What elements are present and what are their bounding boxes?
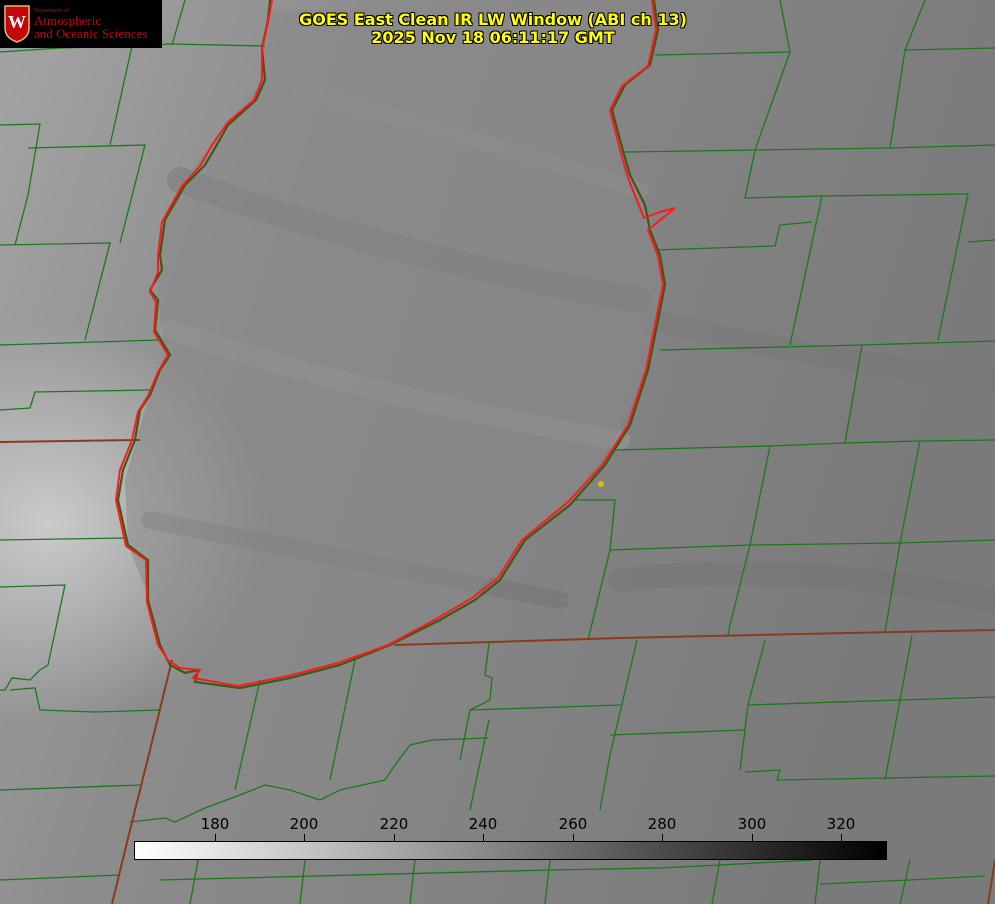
colorbar-tick-label: 320 xyxy=(826,815,856,833)
crest-icon: W xyxy=(4,5,30,43)
colorbar-tick-mark xyxy=(752,834,753,841)
title-timestamp: 2025 Nov 18 06:11:17 GMT xyxy=(371,28,615,47)
station-marker xyxy=(598,481,604,487)
svg-text:W: W xyxy=(8,12,26,32)
image-title: GOES East Clean IR LW Window (ABI ch 13)… xyxy=(268,11,718,47)
colorbar-tick-mark xyxy=(662,834,663,841)
satellite-image xyxy=(0,0,995,904)
colorbar-tick-mark xyxy=(394,834,395,841)
colorbar-tick-mark xyxy=(483,834,484,841)
colorbar-tick-mark xyxy=(841,834,842,841)
colorbar-tick-label: 240 xyxy=(468,815,498,833)
colorbar-tick-label: 280 xyxy=(647,815,677,833)
colorbar-tick-label: 300 xyxy=(737,815,767,833)
colorbar-tick-mark xyxy=(304,834,305,841)
uw-aos-logo[interactable]: W Department of Atmospheric and Oceanic … xyxy=(0,0,162,48)
colorbar-tick-label: 220 xyxy=(379,815,409,833)
colorbar-tick-label: 200 xyxy=(289,815,319,833)
colorbar-tick-label: 180 xyxy=(200,815,230,833)
logo-text: Department of Atmospheric and Oceanic Sc… xyxy=(34,8,147,40)
colorbar xyxy=(134,841,887,860)
colorbar-tick-mark xyxy=(573,834,574,841)
colorbar-tick-mark xyxy=(215,834,216,841)
colorbar-tick-label: 260 xyxy=(558,815,588,833)
logo-line2: and Oceanic Sciences xyxy=(34,26,148,41)
title-line1: GOES East Clean IR LW Window (ABI ch 13) xyxy=(299,10,687,29)
